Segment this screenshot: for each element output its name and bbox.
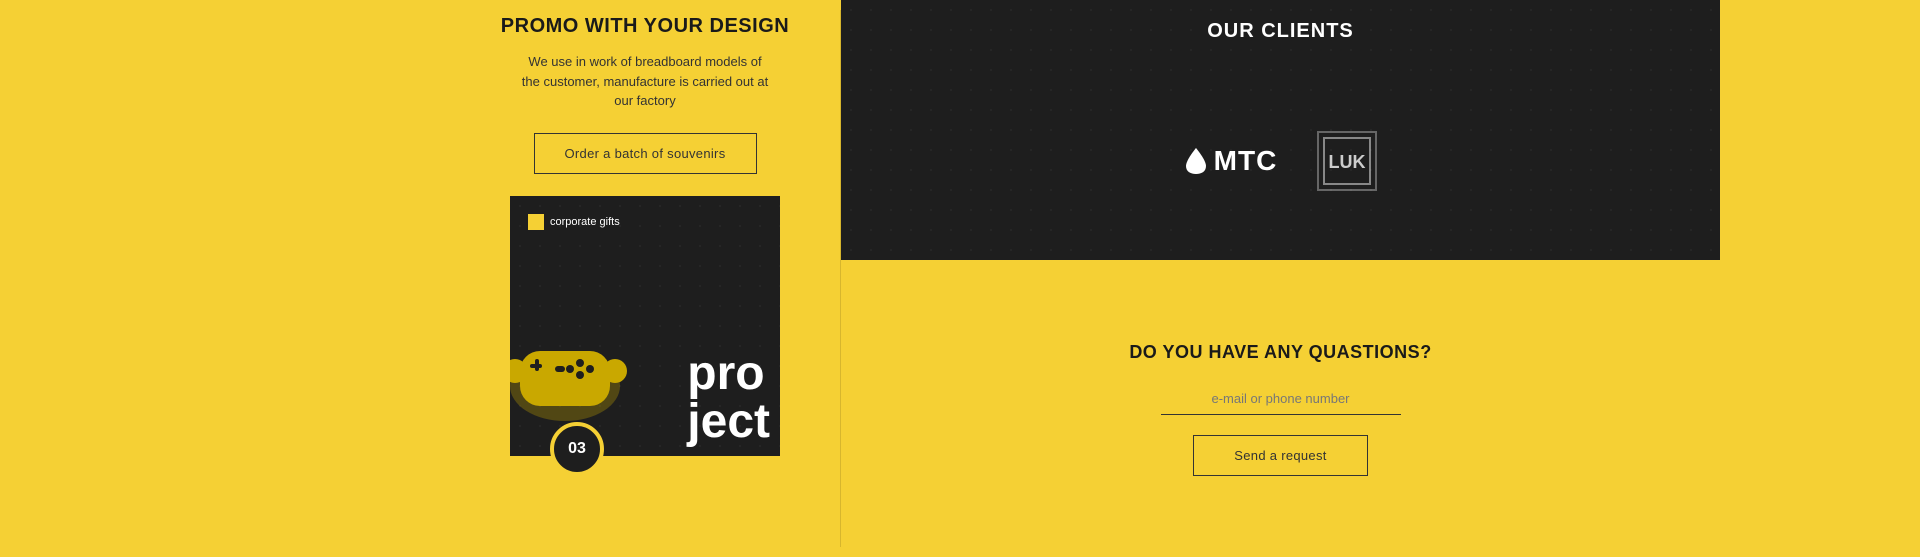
card-number-badge: 03 [550,422,604,476]
project-text: pro ject [687,350,770,446]
left-yellow-section [0,0,450,557]
gamepad-icon [510,306,630,436]
card-label-text: corporate gifts [550,216,620,228]
project-text-line2: ject [687,395,770,448]
questions-title: DO YOU HAVE ANY QUASTIONS? [1129,342,1431,363]
order-batch-button[interactable]: Order a batch of souvenirs [534,133,757,174]
lukoil-logo-svg: LUK [1322,136,1372,186]
lukoil-logo: LUK [1317,131,1377,191]
right-section: OUR CLIENTS MTC LUK DO YOU HAVE ANY QUAS… [841,0,1720,557]
clients-panel: OUR CLIENTS MTC LUK [841,0,1720,260]
questions-panel: DO YOU HAVE ANY QUASTIONS? Send a reques… [841,260,1720,557]
project-card: corporate gifts pro ject [510,196,780,456]
promo-title: PROMO WITH YOUR DESIGN [501,15,789,38]
label-square [528,214,544,230]
svg-text:LUK: LUK [1329,152,1366,172]
far-right-section [1720,0,1920,557]
project-text-line1: pro [687,347,764,400]
mtc-text: MTC [1214,145,1278,177]
mtc-droplet-icon [1184,146,1208,176]
send-request-button[interactable]: Send a request [1193,435,1367,476]
clients-logos: MTC LUK [1184,61,1378,260]
card-label: corporate gifts [528,214,620,230]
email-phone-input[interactable] [1161,383,1401,415]
middle-section: PROMO WITH YOUR DESIGN We use in work of… [450,0,840,557]
clients-title: OUR CLIENTS [1207,0,1354,61]
mtc-logo: MTC [1184,145,1278,177]
promo-description: We use in work of breadboard models of t… [520,52,770,111]
project-card-wrapper: corporate gifts pro ject [510,196,780,456]
